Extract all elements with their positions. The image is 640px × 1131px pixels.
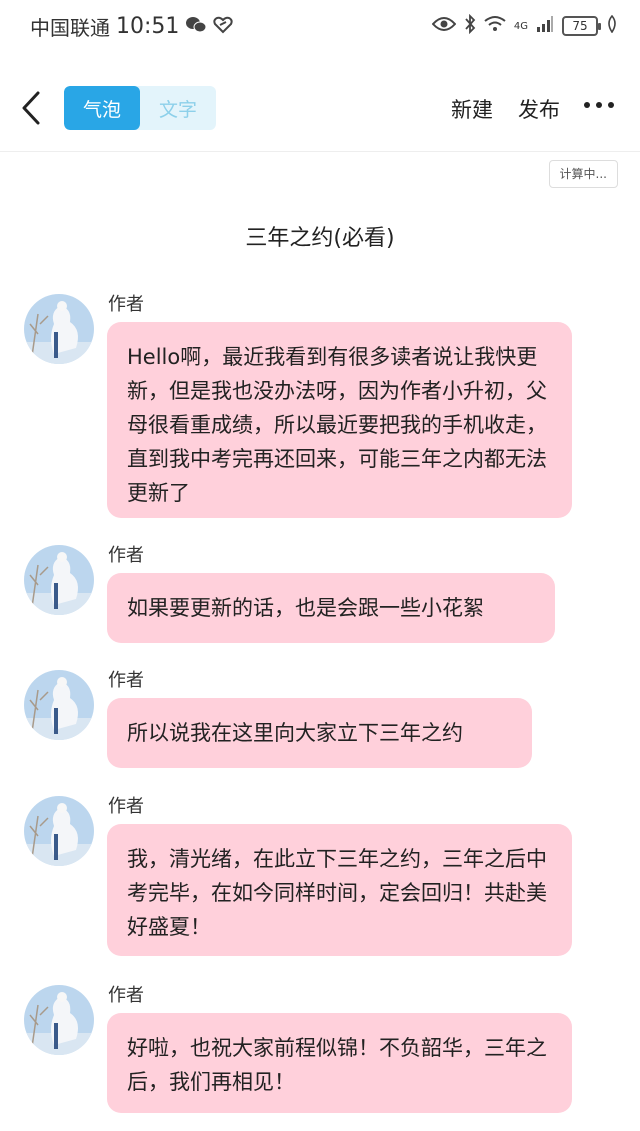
author-avatar[interactable]	[24, 670, 94, 740]
signal-icon	[536, 15, 554, 37]
clock: 10:51	[116, 14, 180, 39]
eye-icon	[431, 16, 457, 36]
author-name: 作者	[108, 545, 144, 566]
status-right: 4G 75	[431, 13, 618, 38]
new-button[interactable]: 新建	[451, 94, 493, 124]
author-name: 作者	[108, 796, 144, 817]
carrier-label: 中国联通	[30, 16, 110, 40]
mode-toggle: 气泡 文字	[64, 86, 216, 130]
message-bubble[interactable]: 我，清光绪，在此立下三年之约，三年之后中考完毕，在如今同样时间，定会回归！共赴美…	[107, 824, 572, 956]
message-bubble[interactable]: Hello啊，最近我看到有很多读者说让我快更新，但是我也没办法呀，因为作者小升初…	[107, 322, 572, 518]
tab-bubble[interactable]: 气泡	[64, 86, 140, 130]
more-options-button[interactable]	[584, 98, 614, 112]
chevron-left-icon	[22, 91, 40, 125]
publish-button[interactable]: 发布	[518, 94, 560, 124]
more-dot-icon	[596, 102, 602, 108]
message-bubble[interactable]: 如果要更新的话，也是会跟一些小花絮	[107, 573, 555, 643]
author-avatar[interactable]	[24, 985, 94, 1055]
status-bar: 中国联通 10:51 4G 75	[0, 0, 640, 52]
tab-text[interactable]: 文字	[140, 86, 216, 130]
message-bubble[interactable]: 所以说我在这里向大家立下三年之约	[107, 698, 532, 768]
author-name: 作者	[108, 985, 144, 1006]
status-left: 中国联通 10:51	[30, 12, 234, 41]
wifi-icon	[484, 15, 506, 37]
network-type-label: 4G	[513, 20, 528, 32]
app-notification-icon	[213, 15, 234, 39]
message-bubble[interactable]: 好啦，也祝大家前程似锦！不负韶华，三年之后，我们再相见！	[107, 1013, 572, 1113]
author-avatar[interactable]	[24, 796, 94, 866]
bluetooth-icon	[464, 13, 476, 38]
more-dot-icon	[608, 102, 614, 108]
author-avatar[interactable]	[24, 294, 94, 364]
author-avatar[interactable]	[24, 545, 94, 615]
editor-toolbar: 气泡 文字 新建 发布	[0, 60, 640, 152]
author-name: 作者	[108, 294, 144, 315]
back-button[interactable]	[18, 90, 48, 126]
leaf-icon	[606, 14, 618, 37]
calculating-badge: 计算中...	[548, 160, 618, 188]
wechat-icon	[185, 15, 207, 39]
more-dot-icon	[584, 102, 590, 108]
document-title[interactable]: 三年之约(必看)	[0, 220, 640, 252]
author-name: 作者	[108, 670, 144, 691]
battery-icon: 75	[562, 16, 601, 36]
